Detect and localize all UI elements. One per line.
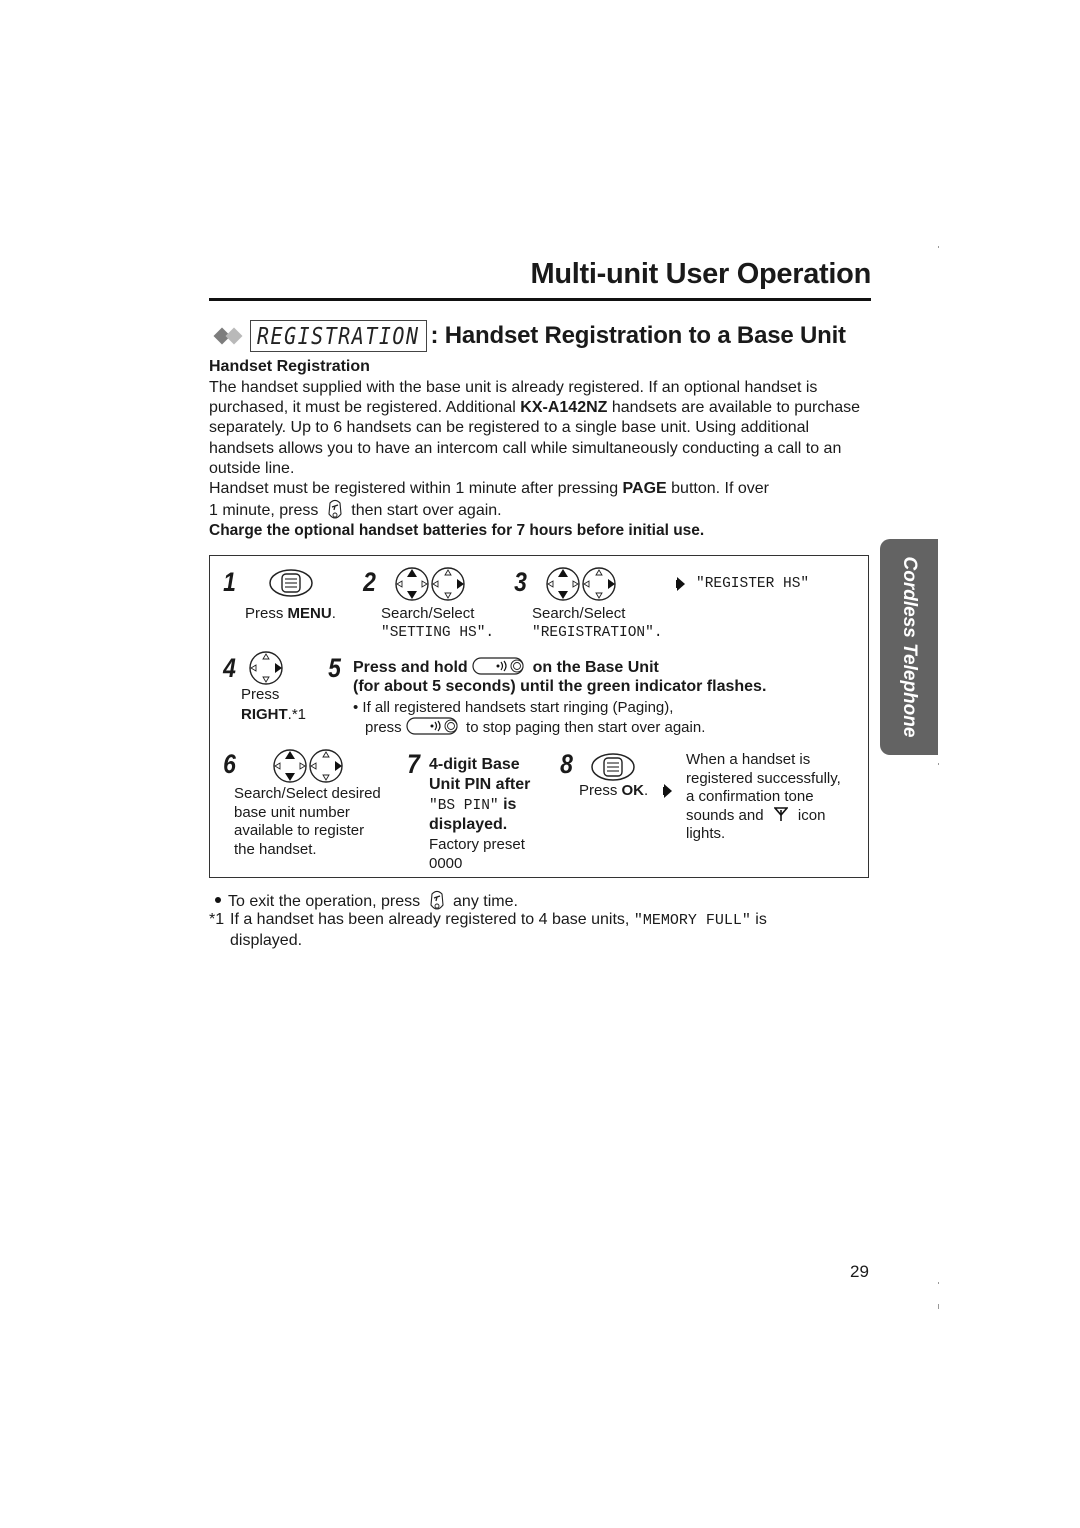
- scan-mark: [938, 1304, 939, 1309]
- scan-mark: [938, 763, 939, 765]
- side-tab: Cordless Telephone: [880, 539, 938, 755]
- off-button-icon: [328, 500, 342, 519]
- step-5-line-2: (for about 5 seconds) until the green in…: [353, 678, 767, 695]
- steps-box: 1 Press MENU. 2 Search/Select "SETTING H…: [209, 555, 869, 878]
- title-rule: [209, 298, 871, 301]
- model-number: KX-A142NZ: [520, 399, 608, 417]
- intro-text: The handset supplied with the base unit …: [209, 378, 874, 521]
- step-1-text: Press MENU.: [245, 605, 336, 622]
- step-5-bullet-cont: press to stop paging then start over aga…: [365, 717, 706, 736]
- section-heading: REGISTRATION : Handset Registration to a…: [213, 318, 846, 354]
- step-7-line-1: 4-digit Base: [429, 756, 520, 773]
- navigator-keys-icon: [395, 567, 465, 601]
- step-7-number: 7: [407, 749, 420, 779]
- navigator-right-icon: [309, 749, 343, 783]
- scan-mark: [938, 1282, 939, 1284]
- navigator-right-icon: [431, 567, 465, 601]
- step-2-action: Search/Select: [381, 605, 475, 622]
- navigator-keys-icon: [546, 567, 616, 601]
- factory-preset-label: Factory preset: [429, 836, 525, 853]
- step-3-action: Search/Select: [532, 605, 626, 622]
- step-2-display: "SETTING HS".: [381, 625, 495, 641]
- lcd-text: REGISTRATION: [257, 322, 420, 350]
- step-6-text: Search/Select desired base unit number a…: [234, 785, 381, 858]
- section-title: : Handset Registration to a Base Unit: [430, 322, 847, 349]
- side-tab-label: Cordless Telephone: [899, 556, 920, 738]
- off-button-icon: [429, 890, 444, 910]
- arrow-right-icon: [676, 577, 685, 591]
- footnote-1: *1 If a handset has been already registe…: [209, 911, 767, 949]
- step-7-line-2: Unit PIN after: [429, 776, 531, 793]
- step-3-result: "REGISTER HS": [696, 576, 810, 592]
- navigator-up-down-icon: [395, 567, 429, 601]
- navigator-keys-icon: [273, 749, 343, 783]
- navigator-right-icon: [249, 651, 283, 685]
- step-4-press: Press: [241, 686, 280, 703]
- subheading: Handset Registration: [209, 358, 370, 375]
- step-5-number: 5: [328, 653, 341, 683]
- paragraph-2: Handset must be registered within 1 minu…: [209, 480, 769, 520]
- step-4-number: 4: [223, 653, 236, 683]
- step-7-line-4: displayed.: [429, 816, 508, 833]
- scan-mark: [938, 246, 939, 248]
- navigator-right-icon: [582, 567, 616, 601]
- step-1-number: 1: [223, 567, 236, 597]
- footnote-marker: *1: [209, 911, 225, 928]
- step-3-number: 3: [514, 567, 527, 597]
- lcd-display-label: REGISTRATION: [250, 320, 427, 352]
- step-5-bullet: • If all registered handsets start ringi…: [353, 699, 674, 716]
- step-8-result: When a handset is registered successfull…: [686, 751, 841, 842]
- step-8-number: 8: [560, 749, 573, 779]
- menu-button-icon: [591, 753, 635, 781]
- factory-preset-value: 0000: [429, 855, 463, 872]
- step-6-number: 6: [223, 749, 236, 779]
- diamonds-icon: [213, 326, 249, 346]
- page-button-icon: [472, 657, 524, 675]
- antenna-icon: [773, 806, 789, 821]
- charge-note: Charge the optional handset batteries fo…: [209, 522, 705, 539]
- menu-button-icon: [269, 569, 313, 597]
- arrow-right-icon: [663, 784, 672, 798]
- bullet-icon: [215, 897, 221, 903]
- paragraph-1: The handset supplied with the base unit …: [209, 379, 861, 477]
- step-8-text: Press OK.: [579, 782, 649, 799]
- step-3-display: "REGISTRATION".: [532, 625, 663, 641]
- step-5-line-1: Press and hold on the Base Unit: [353, 657, 659, 676]
- page-button-icon: [406, 717, 458, 735]
- step-2-number: 2: [363, 567, 376, 597]
- step-4-key: RIGHT.*1: [241, 706, 307, 723]
- navigator-up-down-icon: [273, 749, 307, 783]
- page-title: Multi-unit User Operation: [530, 258, 871, 290]
- exit-note: To exit the operation, press any time.: [215, 890, 518, 912]
- navigator-up-down-icon: [546, 567, 580, 601]
- page-number: 29: [850, 1262, 869, 1281]
- step-7-line-3: "BS PIN" is: [429, 796, 517, 814]
